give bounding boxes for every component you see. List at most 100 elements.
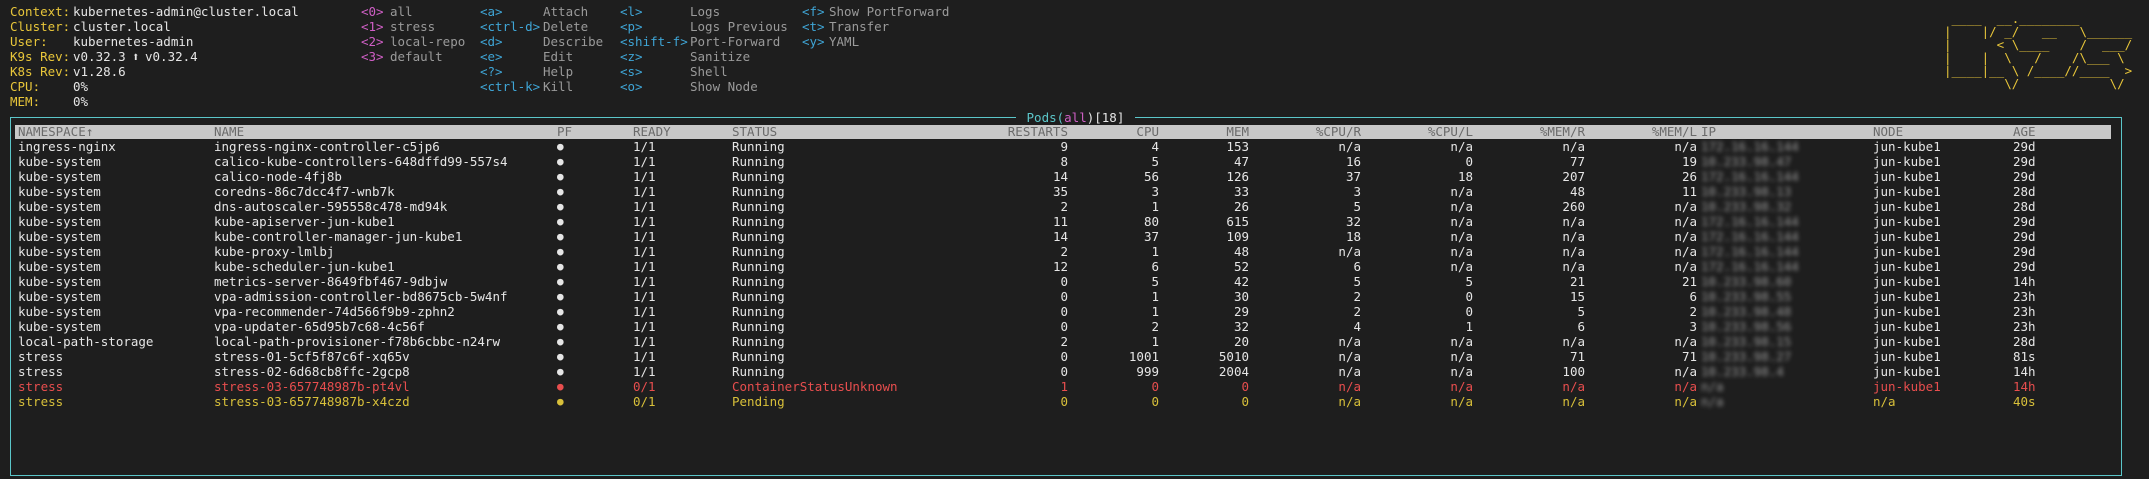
table-row[interactable]: stress stress-02-6d68cb8ffc-2gcp8 ● 1/1 Runn…	[0, 364, 2149, 379]
hotkey-label[interactable]: Transfer	[829, 19, 889, 34]
hotkey-key[interactable]: <s>	[620, 64, 643, 79]
table-row[interactable]: kube-system kube-apiserver-jun-kube1 ● 1/1 R…	[0, 214, 2149, 229]
hotkey-key[interactable]: <y>	[802, 34, 825, 49]
column-header[interactable]: IP	[1701, 124, 1716, 139]
cell-pf: ●	[557, 155, 564, 168]
table-row[interactable]: stress stress-03-657748987b-pt4vl ● 0/1 Cont…	[0, 379, 2149, 394]
hotkey-key[interactable]: <e>	[480, 49, 503, 64]
table-row[interactable]: stress stress-01-5cf5f87c6f-xq65v ● 1/1 Runn…	[0, 349, 2149, 364]
ns-label[interactable]: default	[390, 49, 443, 64]
cell-cpul: 18	[1457, 169, 1473, 184]
hotkey-label[interactable]: Help	[543, 64, 573, 79]
column-header[interactable]: %CPU/R	[1316, 124, 1361, 139]
column-header[interactable]: CPU	[1136, 124, 1159, 139]
cell-node: jun-kube1	[1873, 379, 1941, 394]
hotkey-label[interactable]: Describe	[543, 34, 603, 49]
table-row[interactable]: kube-system dns-autoscaler-595558c478-md9…	[0, 199, 2149, 214]
cell-cpul: n/a	[1450, 379, 1473, 394]
column-header[interactable]: READY	[633, 124, 671, 139]
column-header[interactable]: PF	[557, 124, 572, 139]
cell-memr: n/a	[1562, 244, 1585, 259]
cell-cpu: 1	[1151, 289, 1159, 304]
column-header[interactable]: NODE	[1873, 124, 1903, 139]
column-header[interactable]: AGE	[2013, 124, 2036, 139]
cell-name: vpa-admission-controller-bd8675cb-5w4nf	[214, 289, 508, 304]
hotkey-label[interactable]: Shell	[690, 64, 728, 79]
ns-key[interactable]: <3>	[361, 49, 384, 64]
table-row[interactable]: kube-system calico-node-4fj8b ● 1/1 Running 1…	[0, 169, 2149, 184]
cluster-label: Cluster:	[10, 19, 71, 34]
table-row[interactable]: kube-system vpa-recommender-74d566f9b9-zp…	[0, 304, 2149, 319]
hotkey-label[interactable]: Logs Previous	[690, 19, 788, 34]
cell-cpur: 2	[1353, 289, 1361, 304]
ns-key[interactable]: <1>	[361, 19, 384, 34]
hotkey-key[interactable]: <t>	[802, 19, 825, 34]
table-row[interactable]: local-path-storage local-path-provisioner…	[0, 334, 2149, 349]
hotkey-key[interactable]: <f>	[802, 4, 825, 19]
hotkey-label[interactable]: Kill	[543, 79, 573, 94]
hotkey-label[interactable]: YAML	[829, 34, 859, 49]
table-row[interactable]: kube-system coredns-86c7dcc4f7-wnb7k ● 1/1 R…	[0, 184, 2149, 199]
hotkey-key[interactable]: <ctrl-d>	[480, 19, 540, 34]
hotkey-key[interactable]: <z>	[620, 49, 643, 64]
ns-key[interactable]: <0>	[361, 4, 384, 19]
ns-key[interactable]: <2>	[361, 34, 384, 49]
hotkey-label[interactable]: Attach	[543, 4, 588, 19]
table-row[interactable]: kube-system calico-kube-controllers-648df…	[0, 154, 2149, 169]
cell-cpu: 2	[1151, 319, 1159, 334]
hotkey-label[interactable]: Show PortForward	[829, 4, 949, 19]
cell-memr: 77	[1569, 154, 1585, 169]
hotkey-key[interactable]: <ctrl-k>	[480, 79, 540, 94]
hotkey-key[interactable]: <p>	[620, 19, 643, 34]
hotkey-label[interactable]: Port-Forward	[690, 34, 780, 49]
cell-mem: 47	[1233, 154, 1249, 169]
hotkey-label[interactable]: Edit	[543, 49, 573, 64]
cell-cpul: n/a	[1450, 259, 1473, 274]
hotkey-key[interactable]: <l>	[620, 4, 643, 19]
ns-label[interactable]: all	[390, 4, 413, 19]
cell-memr: 48	[1569, 184, 1585, 199]
cell-cpul: n/a	[1450, 349, 1473, 364]
cell-node: jun-kube1	[1873, 319, 1941, 334]
table-row[interactable]: kube-system vpa-updater-65d95b7c68-4c56f ●…	[0, 319, 2149, 334]
table-row[interactable]: kube-system vpa-admission-controller-bd86…	[0, 289, 2149, 304]
column-header[interactable]: %MEM/R	[1540, 124, 1585, 139]
table-row[interactable]: kube-system kube-controller-manager-jun-k…	[0, 229, 2149, 244]
hotkey-label[interactable]: Sanitize	[690, 49, 750, 64]
cell-restarts: 35	[1052, 184, 1068, 199]
table-row[interactable]: kube-system kube-proxy-lmlbj ● 1/1 Running 2 1…	[0, 244, 2149, 259]
cell-ns: kube-system	[18, 199, 101, 214]
column-header[interactable]: %CPU/L	[1428, 124, 1473, 139]
cell-ip: 172.16.16.144	[1701, 139, 1799, 154]
hotkey-key[interactable]: <shift-f>	[620, 34, 688, 49]
cell-meml: 6	[1689, 289, 1697, 304]
hotkey-label[interactable]: Delete	[543, 19, 588, 34]
hotkey-key[interactable]: <d>	[480, 34, 503, 49]
ns-label[interactable]: stress	[390, 19, 435, 34]
table-row[interactable]: kube-system metrics-server-8649fbf467-9db…	[0, 274, 2149, 289]
column-header[interactable]: MEM	[1226, 124, 1249, 139]
cell-restarts: 0	[1060, 319, 1068, 334]
cell-cpu: 5	[1151, 274, 1159, 289]
column-header[interactable]: STATUS	[732, 124, 777, 139]
cell-ip: 172.16.16.144	[1701, 259, 1799, 274]
column-header[interactable]: NAMESPACE↑	[18, 124, 93, 139]
hotkey-label[interactable]: Show Node	[690, 79, 758, 94]
hotkey-key[interactable]: <a>	[480, 4, 503, 19]
column-header[interactable]: RESTARTS	[1008, 124, 1068, 139]
hotkey-key[interactable]: <o>	[620, 79, 643, 94]
cell-cpu: 1	[1151, 244, 1159, 259]
column-header[interactable]: NAME	[214, 124, 244, 139]
hotkey-label[interactable]: Logs	[690, 4, 720, 19]
cell-ip: 10.233.98.27	[1701, 349, 1792, 364]
k9s-rev-label: K9s Rev:	[10, 49, 71, 64]
cell-cpur: n/a	[1338, 394, 1361, 409]
cell-cpur: n/a	[1338, 349, 1361, 364]
table-row[interactable]: ingress-nginx ingress-nginx-controller-c5…	[0, 139, 2149, 154]
table-row[interactable]: kube-system kube-scheduler-jun-kube1 ● 1/1 R…	[0, 259, 2149, 274]
ns-label[interactable]: local-repo	[390, 34, 465, 49]
cell-status: Running	[732, 319, 785, 334]
hotkey-key[interactable]: <?>	[480, 64, 503, 79]
column-header[interactable]: %MEM/L	[1652, 124, 1697, 139]
table-row[interactable]: stress stress-03-657748987b-x4czd ● 0/1 Pend…	[0, 394, 2149, 409]
